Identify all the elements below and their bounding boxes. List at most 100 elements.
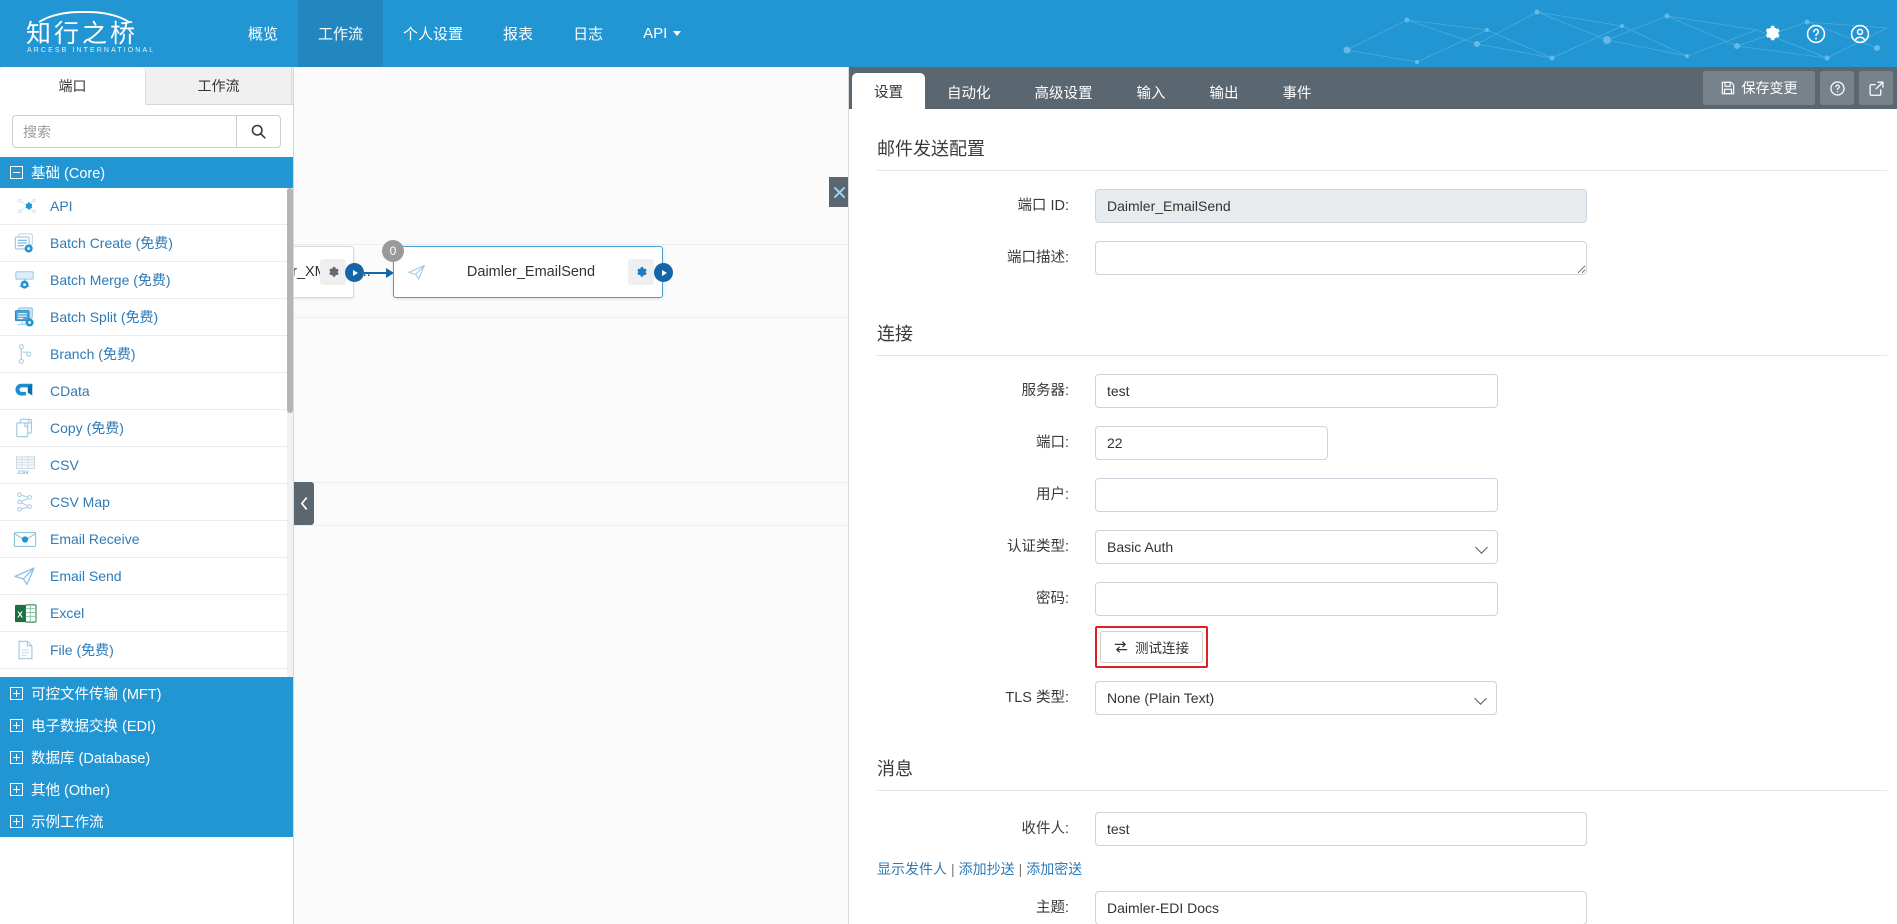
plus-square-icon: [10, 814, 23, 828]
field-label: 主题:: [1035, 900, 1069, 916]
port-list[interactable]: API Batch Create (免费) Batch Merge (免费) B…: [0, 188, 293, 677]
user-input[interactable]: [1095, 478, 1498, 512]
list-item[interactable]: X Excel: [0, 595, 293, 632]
app-logo[interactable]: 知行之桥 ARCESB INTERNATIONAL: [18, 5, 153, 61]
help-circle-icon[interactable]: [1805, 23, 1827, 45]
tab-input[interactable]: 输入: [1115, 75, 1188, 109]
sidebar-group-mft[interactable]: 可控文件传输 (MFT): [0, 677, 293, 709]
port-description-textarea[interactable]: [1095, 241, 1587, 275]
sidebar-scrollbar-track[interactable]: [287, 188, 293, 677]
tab-label: 自动化: [947, 85, 991, 102]
list-item-label: CSV: [50, 457, 79, 473]
list-item[interactable]: Email Send: [0, 558, 293, 595]
field-row-port-description: 端口描述:: [849, 241, 1897, 280]
search-icon: [251, 124, 266, 139]
top-navigation-bar: 知行之桥 ARCESB INTERNATIONAL 概览 工作流 个人设置 报表…: [0, 0, 1897, 67]
test-connection-button[interactable]: 测试连接: [1100, 631, 1203, 663]
sidebar-group-other[interactable]: 其他 (Other): [0, 773, 293, 805]
tab-automation[interactable]: 自动化: [925, 75, 1013, 109]
port-id-input[interactable]: [1095, 189, 1587, 223]
sidebar-scrollbar-thumb[interactable]: [287, 188, 293, 413]
tab-settings[interactable]: 设置: [852, 73, 925, 109]
nav-item-api[interactable]: API: [623, 0, 701, 67]
config-tabbar: 设置 自动化 高级设置 输入 输出 事件 保存变更: [849, 67, 1897, 109]
list-item[interactable]: Batch Merge (免费): [0, 262, 293, 299]
save-button-label: 保存变更: [1741, 80, 1798, 96]
node-settings-gear-icon[interactable]: [628, 259, 654, 285]
workflow-canvas[interactable]: Daimler_XMLToE... Daimler_EmailSend 0: [294, 67, 849, 924]
node-settings-gear-icon[interactable]: [320, 259, 346, 285]
gear-icon[interactable]: [1761, 23, 1783, 45]
tls-type-select[interactable]: None (Plain Text): [1095, 681, 1497, 715]
list-item[interactable]: File (免费): [0, 632, 293, 669]
list-item[interactable]: Email Receive: [0, 521, 293, 558]
panel-help-button[interactable]: [1820, 71, 1854, 105]
subject-input[interactable]: [1095, 891, 1587, 924]
field-row-recipient: 收件人:: [849, 812, 1897, 846]
workflow-node-emailsend[interactable]: Daimler_EmailSend: [393, 246, 663, 298]
save-changes-button[interactable]: 保存变更: [1703, 71, 1815, 105]
tab-events[interactable]: 事件: [1261, 75, 1334, 109]
sidebar-group-edi[interactable]: 电子数据交换 (EDI): [0, 709, 293, 741]
panel-popout-button[interactable]: [1859, 71, 1893, 105]
list-item-label: Batch Split (免费): [50, 309, 159, 325]
server-input[interactable]: [1095, 374, 1498, 408]
settings-form: 邮件发送配置 端口 ID: 端口描述: 连接 服务器: 端口:: [849, 109, 1897, 924]
field-row-auth-type: 认证类型: Basic Auth: [849, 530, 1897, 564]
list-item[interactable]: .csv CSV: [0, 447, 293, 484]
list-item[interactable]: Branch (免费): [0, 336, 293, 373]
list-item[interactable]: CSV Map: [0, 484, 293, 521]
list-item-label: Copy (免费): [50, 420, 124, 436]
user-circle-icon[interactable]: [1849, 23, 1871, 45]
canvas-gridline: [294, 317, 849, 318]
nav-item-overview[interactable]: 概览: [228, 0, 298, 67]
sidebar-tab-label: 端口: [58, 77, 87, 94]
nav-label: 个人设置: [403, 26, 464, 43]
sidebar-group-examples[interactable]: 示例工作流: [0, 805, 293, 837]
sidebar-tab-ports[interactable]: 端口: [0, 67, 146, 105]
plus-square-icon: [10, 718, 23, 732]
list-item[interactable]: API: [0, 188, 293, 225]
list-item[interactable]: Batch Create (免费): [0, 225, 293, 262]
node-message-count-badge[interactable]: 0: [382, 240, 404, 262]
field-label: 用户:: [1035, 487, 1069, 503]
search-input[interactable]: [12, 115, 236, 148]
list-item[interactable]: Batch Split (免费): [0, 299, 293, 336]
search-button[interactable]: [236, 115, 281, 148]
transfer-icon: [1114, 641, 1128, 653]
node-output-port[interactable]: [654, 263, 673, 282]
sidebar-collapse-handle[interactable]: [294, 482, 314, 525]
show-sender-link[interactable]: 显示发件人: [877, 861, 947, 877]
password-input[interactable]: [1095, 582, 1498, 616]
list-item[interactable]: CData: [0, 373, 293, 410]
nav-item-workflow[interactable]: 工作流: [298, 0, 384, 67]
nav-label: 报表: [503, 26, 534, 43]
recipient-input[interactable]: [1095, 812, 1587, 846]
port-number-input[interactable]: [1095, 426, 1328, 460]
tab-output[interactable]: 输出: [1188, 75, 1261, 109]
node-output-port[interactable]: [345, 263, 364, 282]
batch-create-icon: [12, 231, 38, 255]
sidebar-group-database[interactable]: 数据库 (Database): [0, 741, 293, 773]
port-config-panel: 设置 自动化 高级设置 输入 输出 事件 保存变更 邮件发送配置 端口 ID:: [849, 67, 1897, 924]
sidebar-group-core[interactable]: 基础 (Core): [0, 157, 293, 188]
tab-advanced[interactable]: 高级设置: [1013, 75, 1115, 109]
main-menu: 概览 工作流 个人设置 报表 日志 API: [228, 0, 701, 67]
close-icon: [833, 186, 845, 198]
sidebar-tabs: 端口 工作流: [0, 67, 293, 105]
nav-item-logs[interactable]: 日志: [553, 0, 623, 67]
email-receive-icon: [12, 527, 38, 551]
panel-close-handle[interactable]: [829, 177, 849, 207]
field-label: TLS 类型:: [1005, 690, 1069, 706]
csv-map-icon: [12, 490, 38, 514]
list-item[interactable]: Copy (免费): [0, 410, 293, 447]
auth-type-select[interactable]: Basic Auth: [1095, 530, 1498, 564]
field-label: 认证类型:: [1006, 539, 1069, 555]
nav-item-reports[interactable]: 报表: [483, 0, 553, 67]
sidebar-tab-workflows[interactable]: 工作流: [146, 67, 292, 104]
sidebar-tab-label: 工作流: [197, 77, 240, 94]
add-cc-link[interactable]: 添加抄送: [959, 861, 1015, 877]
email-send-icon: [400, 263, 434, 281]
add-bcc-link[interactable]: 添加密送: [1026, 861, 1082, 877]
nav-item-profile[interactable]: 个人设置: [383, 0, 483, 67]
